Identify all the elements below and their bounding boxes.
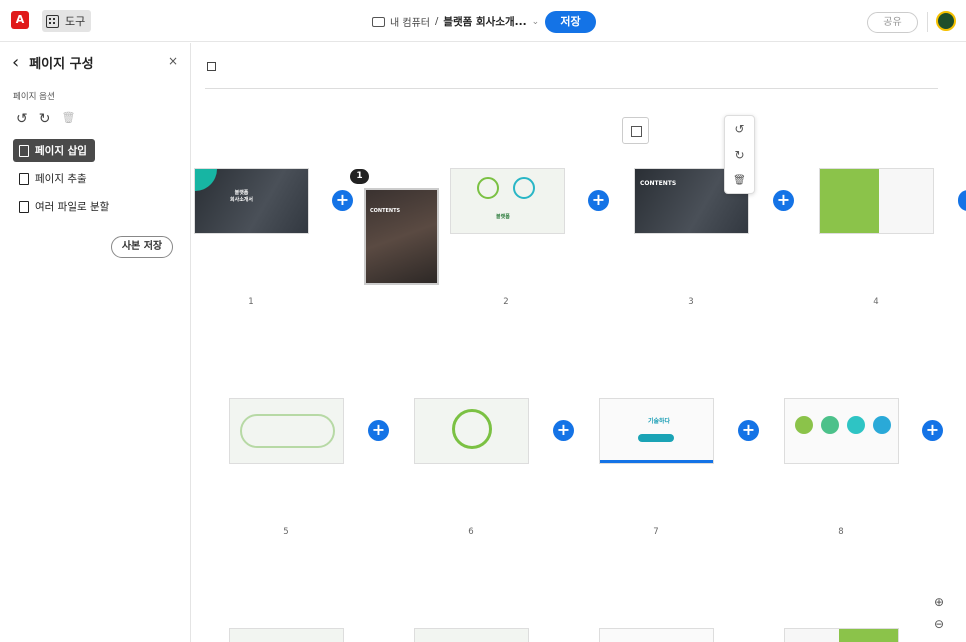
apps-grid-icon — [46, 14, 59, 28]
page-thumbnail-4[interactable] — [819, 168, 934, 234]
rotate-left-icon[interactable]: ↺ — [16, 111, 28, 127]
page-grid-area: 블랫폼 회사소개서 1 + 1 CONTENTS 블랫폼 2 + CONTENT… — [192, 43, 966, 642]
page-thumbnail-12[interactable] — [784, 628, 899, 642]
page-number: 7 — [653, 527, 659, 537]
sidebar-item-insert-pages[interactable]: 페이지 삽입 — [13, 139, 95, 162]
insert-page-button[interactable]: + — [738, 420, 759, 441]
zoom-out-icon[interactable]: ⊖ — [934, 617, 944, 631]
save-button[interactable]: 저장 — [545, 11, 596, 33]
trash-icon[interactable]: 🗑 — [725, 168, 754, 194]
dragged-page-title: CONTENTS — [370, 208, 401, 214]
rotate-right-icon[interactable]: ↻ — [725, 142, 754, 168]
page-1-title: 블랫폼 회사소개서 — [230, 190, 254, 203]
document-name[interactable]: 블랫폼 회사소개... — [443, 14, 526, 29]
page-7-title: 기술하다 — [648, 418, 671, 425]
breadcrumb: 내 컴퓨터 / 블랫폼 회사소개... ⌄ — [372, 14, 539, 29]
share-button[interactable]: 공유 — [867, 12, 918, 33]
split-file-icon — [19, 200, 29, 213]
sidebar-item-split-files[interactable]: 여러 파일로 분할 — [13, 195, 117, 218]
page-thumbnail-7[interactable]: 기술하다 — [599, 398, 714, 464]
page-options-toolbar: ↺ ↻ 🗑 — [16, 111, 75, 127]
page-thumbnail-2[interactable]: 블랫폼 — [450, 168, 565, 234]
page-3-title: CONTENTS — [640, 180, 677, 187]
page-number: 8 — [838, 527, 844, 537]
tools-button[interactable]: 도구 — [42, 10, 92, 32]
back-icon[interactable]: ‹ — [12, 53, 19, 71]
sidebar-item-label: 페이지 삽입 — [35, 145, 87, 157]
drag-count-badge: 1 — [350, 169, 369, 184]
insert-page-button[interactable]: + — [332, 190, 353, 211]
rotate-right-icon[interactable]: ↻ — [39, 111, 51, 127]
dragged-page-thumbnail[interactable]: CONTENTS — [364, 188, 439, 285]
panel-title: 페이지 구성 — [29, 57, 94, 72]
divider — [205, 88, 938, 89]
insert-page-button[interactable] — [958, 190, 966, 211]
save-copy-button[interactable]: 사본 저장 — [111, 236, 173, 258]
page-actions-toolbar: ↺ ↻ 🗑 — [724, 115, 755, 194]
sidebar-item-extract-pages[interactable]: 페이지 추출 — [13, 167, 95, 190]
page-thumbnail-8[interactable] — [784, 398, 899, 464]
sidebar-item-label: 페이지 추출 — [35, 173, 87, 185]
close-icon[interactable]: × — [168, 54, 178, 68]
page-thumbnail-9[interactable] — [229, 628, 344, 642]
insert-page-button[interactable]: + — [588, 190, 609, 211]
zoom-in-icon[interactable]: ⊕ — [934, 595, 944, 609]
tools-label: 도구 — [65, 15, 86, 28]
page-options-label: 페이지 옵션 — [13, 92, 55, 102]
location-label[interactable]: 내 컴퓨터 — [390, 14, 430, 29]
acrobat-logo-icon[interactable]: A — [11, 11, 29, 29]
insert-page-button[interactable]: + — [922, 420, 943, 441]
insert-page-icon — [19, 144, 29, 157]
page-number: 2 — [503, 297, 509, 307]
page-number: 4 — [873, 297, 879, 307]
page-number: 5 — [283, 527, 289, 537]
top-bar: A 도구 내 컴퓨터 / 블랫폼 회사소개... ⌄ 저장 공유 — [0, 0, 966, 42]
computer-icon — [372, 16, 385, 27]
sidebar-item-label: 여러 파일로 분할 — [35, 201, 110, 213]
insert-page-button[interactable]: + — [368, 420, 389, 441]
page-thumbnail-1[interactable]: 블랫폼 회사소개서 — [194, 168, 309, 234]
rotate-left-icon[interactable]: ↺ — [725, 116, 754, 142]
insert-page-button[interactable]: + — [773, 190, 794, 211]
page-select-checkbox[interactable] — [622, 117, 649, 144]
extract-page-icon — [19, 172, 29, 185]
avatar[interactable] — [936, 11, 956, 31]
trash-icon[interactable]: 🗑 — [61, 111, 75, 127]
insert-page-button[interactable]: + — [553, 420, 574, 441]
chevron-down-icon[interactable]: ⌄ — [532, 17, 540, 27]
page-number: 1 — [248, 297, 254, 307]
page-2-brand: 블랫폼 — [496, 214, 510, 220]
divider — [927, 12, 928, 32]
breadcrumb-separator: / — [434, 16, 439, 27]
page-thumbnail-11[interactable] — [599, 628, 714, 642]
panel-header: ‹ 페이지 구성 — [12, 53, 94, 72]
page-number: 3 — [688, 297, 694, 307]
page-thumbnail-6[interactable] — [414, 398, 529, 464]
organize-pages-panel: ‹ 페이지 구성 × 페이지 옵션 ↺ ↻ 🗑 페이지 삽입 페이지 추출 여러… — [0, 43, 191, 642]
page-number: 6 — [468, 527, 474, 537]
page-thumbnail-5[interactable] — [229, 398, 344, 464]
select-all-checkbox[interactable] — [207, 62, 216, 71]
page-thumbnail-10[interactable] — [414, 628, 529, 642]
